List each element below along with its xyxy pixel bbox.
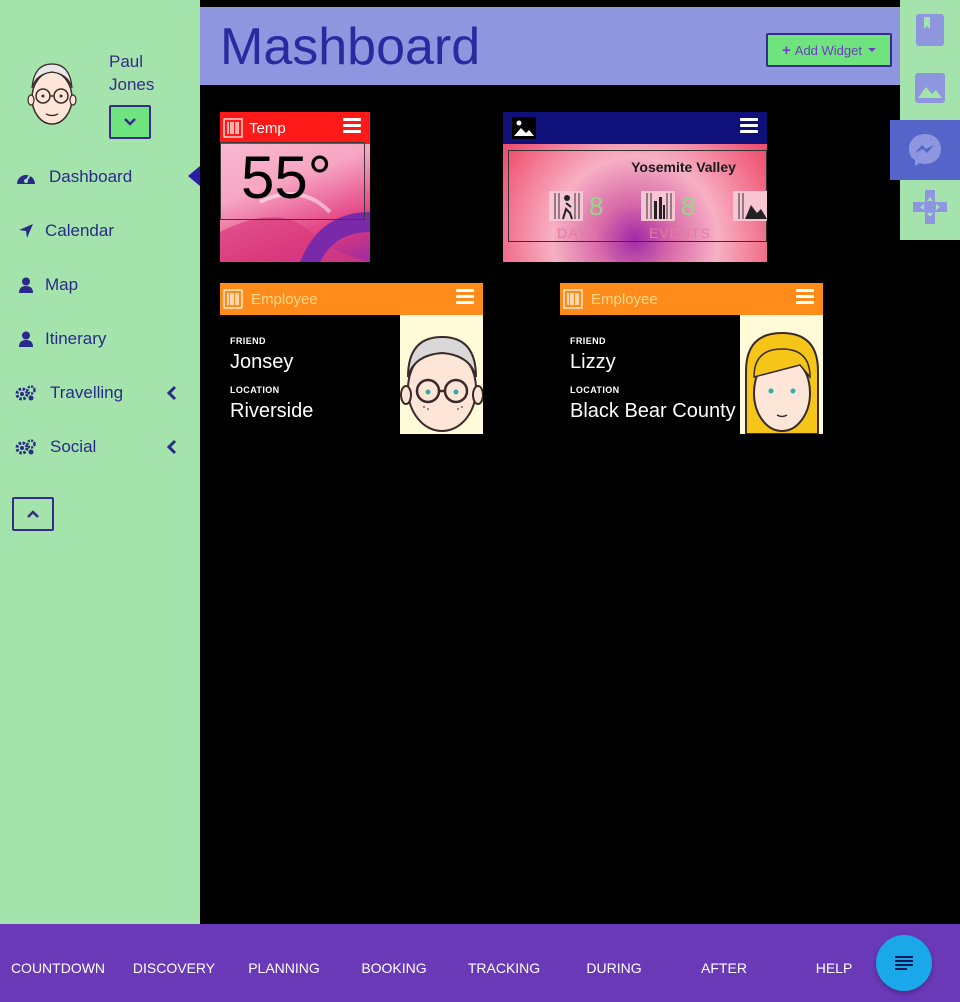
sidebar-item-dashboard[interactable]: Dashboard: [0, 157, 200, 197]
sidebar-item-label: Map: [45, 275, 79, 294]
profile-name: Paul Jones: [109, 52, 155, 94]
days-value: 8: [589, 191, 604, 221]
image-icon: [915, 73, 945, 103]
location-value: Riverside: [230, 400, 314, 422]
location-panel: Yosemite Valley 8 DAYS 8 EVENTS T: [508, 150, 767, 242]
menu-fab-button[interactable]: [876, 935, 932, 991]
tab-booking[interactable]: BOOKING: [339, 960, 449, 976]
location-widget-header: [503, 112, 767, 144]
barcode-logo-icon: [563, 289, 583, 309]
employee-widget-title: Employee: [251, 290, 318, 308]
employee-widget-title: Employee: [591, 290, 658, 308]
employee-portrait: [740, 315, 823, 434]
buildings-icon: [641, 191, 675, 221]
gears-icon: [15, 438, 37, 456]
temp-widget: Temp 55°: [220, 112, 370, 262]
chevron-left-icon[interactable]: [165, 439, 179, 455]
location-arrow-icon: [15, 222, 37, 240]
messenger-button[interactable]: [890, 120, 960, 180]
temp-value: 55°: [220, 142, 365, 220]
barcode-logo-icon: [223, 289, 243, 309]
chevron-left-icon[interactable]: [165, 385, 179, 401]
hamburger-menu-icon[interactable]: [343, 118, 361, 134]
tab-planning[interactable]: PLANNING: [229, 960, 339, 976]
location-value: Black Bear County: [570, 400, 736, 422]
friend-label: FRIEND: [570, 336, 606, 346]
sidebar-item-map[interactable]: Map: [0, 265, 200, 305]
barcode-logo-icon: [223, 118, 243, 138]
image-button[interactable]: [900, 58, 960, 118]
sidebar-item-calendar[interactable]: Calendar: [0, 211, 200, 251]
location-label: LOCATION: [230, 385, 280, 395]
sidebar-item-label: Dashboard: [49, 167, 133, 186]
third-label: T: [755, 225, 765, 241]
sidebar-item-itinerary[interactable]: Itinerary: [0, 319, 200, 359]
hamburger-menu-icon[interactable]: [740, 118, 758, 134]
location-widget: Yosemite Valley 8 DAYS 8 EVENTS T: [503, 112, 767, 262]
hills-icon: [733, 191, 767, 221]
bottom-navigation: COUNTDOWN DISCOVERY PLANNING BOOKING TRA…: [0, 924, 960, 1002]
hiker-icon: [549, 191, 583, 221]
events-value: 8: [681, 191, 696, 221]
tab-discovery[interactable]: DISCOVERY: [119, 960, 229, 976]
location-name: Yosemite Valley: [631, 159, 736, 175]
page-header: Mashboard + Add Widget: [200, 7, 900, 85]
location-label: LOCATION: [570, 385, 620, 395]
plus-icon: +: [782, 41, 791, 59]
temp-widget-header: Temp: [220, 112, 370, 144]
hamburger-menu-icon[interactable]: [456, 289, 474, 305]
sidebar: Paul Jones Dashboard Calendar Map Itiner…: [0, 0, 200, 924]
bookmark-icon: [916, 14, 944, 46]
page-title: Mashboard: [220, 18, 481, 76]
employee-widget-header: Employee: [560, 283, 823, 315]
gamepad-button[interactable]: [900, 177, 960, 237]
employee-portrait: [400, 315, 483, 434]
tab-countdown[interactable]: COUNTDOWN: [3, 960, 113, 976]
notes-icon: [895, 956, 913, 970]
hamburger-menu-icon[interactable]: [796, 289, 814, 305]
sidebar-item-travelling[interactable]: Travelling: [0, 373, 200, 413]
sidebar-item-label: Calendar: [45, 221, 114, 240]
user-icon: [15, 276, 37, 294]
chevron-up-icon: [27, 510, 39, 518]
sidebar-item-label: Social: [50, 437, 97, 456]
bookmark-button[interactable]: [900, 0, 960, 60]
friend-value: Lizzy: [570, 351, 616, 373]
profile-avatar: [27, 63, 77, 125]
tab-help[interactable]: HELP: [779, 960, 889, 976]
employee-widget-lizzy: Employee FRIEND Lizzy LOCATION Black Bea…: [560, 283, 823, 434]
employee-widget-header: Employee: [220, 283, 483, 315]
sidebar-item-social[interactable]: Social: [0, 427, 200, 467]
user-icon: [15, 330, 37, 348]
image-icon: [512, 117, 536, 139]
add-widget-button[interactable]: + Add Widget: [766, 33, 892, 67]
friend-label: FRIEND: [230, 336, 266, 346]
caret-down-icon: [867, 48, 876, 52]
temp-widget-title: Temp: [249, 119, 286, 137]
woman-portrait-image: [745, 331, 819, 434]
sidebar-item-label: Itinerary: [45, 329, 107, 348]
gamepad-icon: [913, 190, 947, 224]
man-portrait-image: [400, 335, 483, 432]
dashboard-icon: [15, 168, 37, 186]
gears-icon: [15, 384, 37, 402]
messenger-icon: [909, 134, 941, 166]
add-widget-label: Add Widget: [794, 42, 862, 58]
profile-menu-toggle[interactable]: [109, 105, 151, 139]
collapse-sidebar-button[interactable]: [12, 497, 54, 531]
chevron-down-icon: [124, 118, 136, 126]
days-label: DAYS: [557, 225, 599, 241]
tab-after[interactable]: AFTER: [669, 960, 779, 976]
active-item-marker: [188, 166, 200, 186]
tab-tracking[interactable]: TRACKING: [449, 960, 559, 976]
friend-value: Jonsey: [230, 351, 294, 373]
events-label: EVENTS: [649, 225, 712, 241]
employee-widget-jonsey: Employee FRIEND Jonsey LOCATION Riversid…: [220, 283, 483, 434]
tab-during[interactable]: DURING: [559, 960, 669, 976]
right-rail: [890, 0, 960, 240]
sidebar-item-label: Travelling: [50, 383, 124, 402]
